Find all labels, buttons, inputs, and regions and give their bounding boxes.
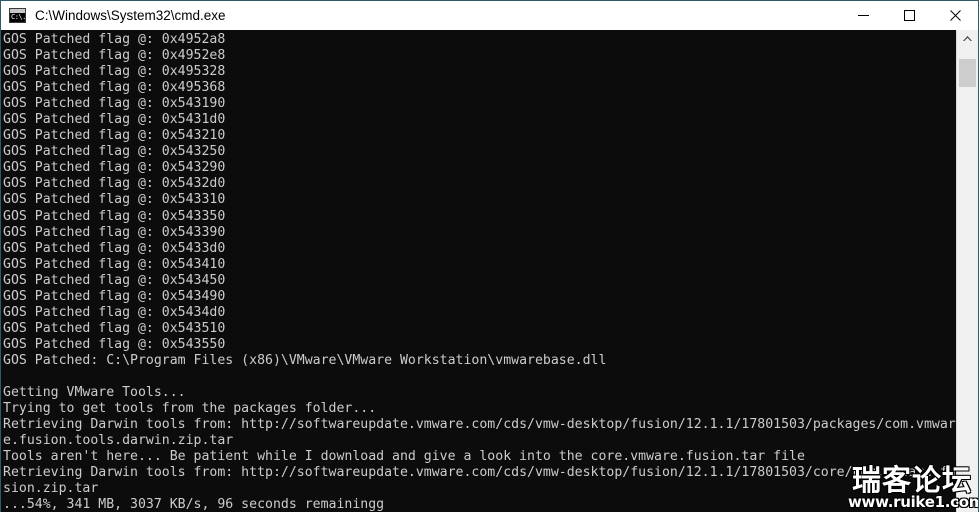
cmd-icon[interactable]: C:\. xyxy=(9,8,26,23)
cmd-icon-prompt-glyph: C:\. xyxy=(11,13,26,21)
window-title: C:\Windows\System32\cmd.exe xyxy=(35,8,226,23)
scroll-up-button[interactable] xyxy=(957,30,978,48)
cmd-window: C:\. C:\Windows\System32\cmd.exe GOS Pat… xyxy=(0,0,979,512)
title-bar-left: C:\. C:\Windows\System32\cmd.exe xyxy=(1,1,840,30)
minimize-button[interactable] xyxy=(840,1,886,30)
chevron-up-icon xyxy=(963,36,972,41)
window-controls xyxy=(840,1,978,30)
minimize-icon xyxy=(857,15,869,16)
scroll-down-button[interactable] xyxy=(957,495,978,512)
scrollbar-thumb[interactable] xyxy=(959,59,976,87)
chevron-down-icon xyxy=(963,502,972,507)
close-icon xyxy=(949,10,961,21)
console-text: GOS Patched flag @: 0x4952a8 GOS Patched… xyxy=(3,32,956,512)
title-bar[interactable]: C:\. C:\Windows\System32\cmd.exe xyxy=(1,1,978,30)
close-button[interactable] xyxy=(932,1,978,30)
console-output-area[interactable]: GOS Patched flag @: 0x4952a8 GOS Patched… xyxy=(1,30,956,512)
vertical-scrollbar[interactable] xyxy=(956,30,978,512)
maximize-icon xyxy=(903,10,915,21)
maximize-button[interactable] xyxy=(886,1,932,30)
